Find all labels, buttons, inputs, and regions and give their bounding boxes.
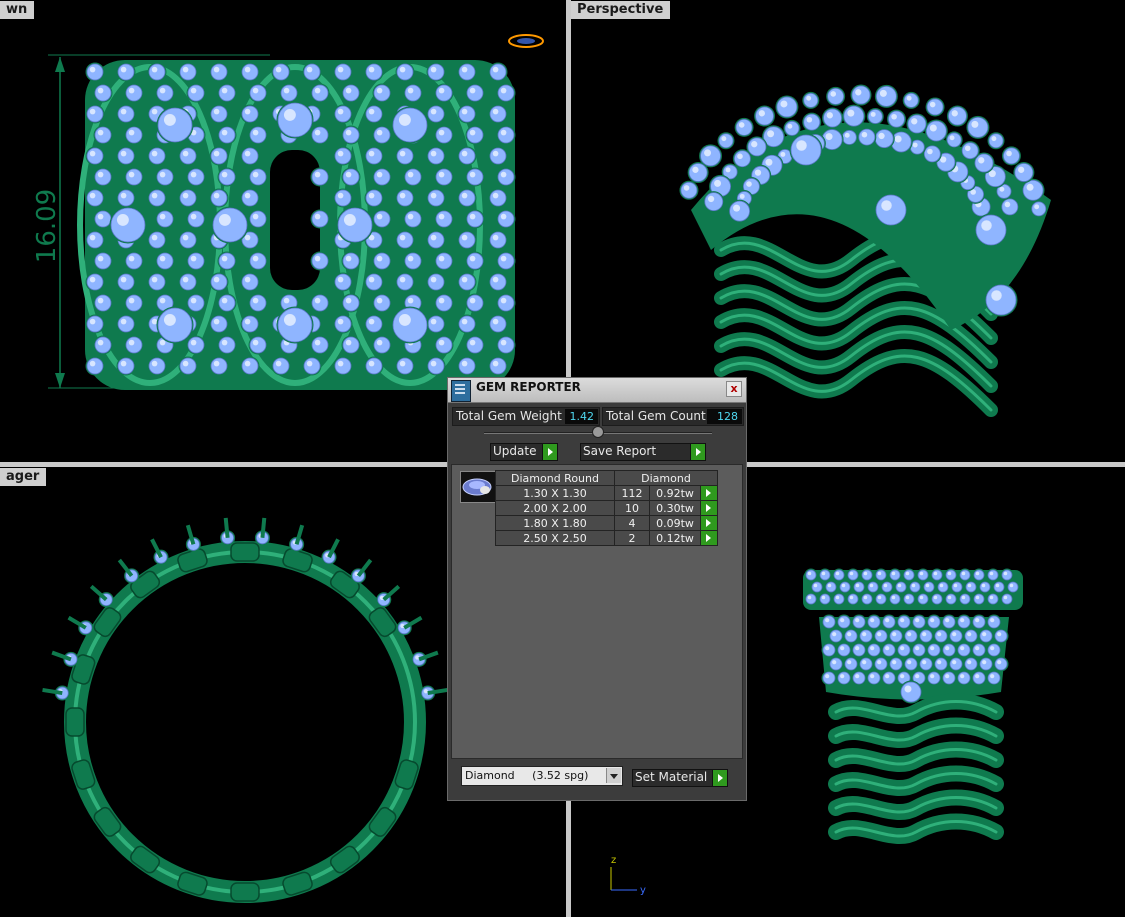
- chevron-down-icon: [606, 768, 621, 783]
- gem-count: 112: [614, 485, 650, 501]
- gem-table: Diamond Round Diamond 1.30 X 1.30 112 0.…: [495, 470, 718, 546]
- gem-size: 2.00 X 2.00: [495, 500, 615, 516]
- gem-list-area: Diamond Round Diamond 1.30 X 1.30 112 0.…: [451, 464, 743, 759]
- close-button[interactable]: x: [726, 381, 742, 397]
- gem-reporter-title: GEM REPORTER: [476, 380, 581, 394]
- total-gem-count-label: Total Gem Count: [606, 409, 706, 423]
- material-select[interactable]: Diamond (3.52 spg): [461, 766, 623, 786]
- select-row-button[interactable]: [700, 530, 718, 546]
- gem-size: 1.30 X 1.30: [495, 485, 615, 501]
- gem-weight: 0.12tw: [649, 530, 701, 546]
- gem-size: 1.80 X 1.80: [495, 515, 615, 531]
- total-gem-weight-label: Total Gem Weight: [456, 409, 562, 423]
- select-row-button[interactable]: [700, 500, 718, 516]
- gem-reporter-panel: GEM REPORTER x Total Gem Weight 1.42 Tot…: [447, 377, 747, 801]
- gem-count: 10: [614, 500, 650, 516]
- update-button-label: Update: [493, 444, 537, 458]
- set-material-button[interactable]: Set Material: [632, 769, 728, 787]
- gem-count: 4: [614, 515, 650, 531]
- play-icon: [712, 770, 727, 786]
- table-row[interactable]: 2.00 X 2.00 10 0.30tw: [495, 500, 718, 516]
- gem-reporter-titlebar[interactable]: GEM REPORTER x: [448, 378, 746, 403]
- total-gem-count-value: 128: [707, 409, 742, 424]
- select-row-button[interactable]: [700, 515, 718, 531]
- header-shape: Diamond Round: [495, 470, 615, 486]
- viewport-label-perspective[interactable]: Perspective: [571, 1, 671, 19]
- set-material-button-label: Set Material: [635, 770, 708, 784]
- update-button[interactable]: Update: [490, 443, 558, 461]
- save-report-button[interactable]: Save Report: [580, 443, 706, 461]
- header-material: Diamond: [614, 470, 718, 486]
- play-icon: [542, 444, 557, 460]
- save-report-button-label: Save Report: [583, 444, 657, 458]
- total-gem-weight-value: 1.42: [565, 409, 598, 424]
- gem-weight: 0.09tw: [649, 515, 701, 531]
- viewport-label-front[interactable]: ager: [0, 468, 47, 486]
- total-gem-count-box: Total Gem Count 128: [602, 407, 744, 426]
- play-icon: [690, 444, 705, 460]
- table-row[interactable]: 1.80 X 1.80 4 0.09tw: [495, 515, 718, 531]
- viewport-label-top[interactable]: wn: [0, 1, 35, 19]
- gem-reporter-app-icon: [451, 380, 471, 402]
- gem-weight: 0.92tw: [649, 485, 701, 501]
- axis-y-label: y: [640, 885, 646, 896]
- material-select-value: Diamond (3.52 spg): [465, 769, 589, 782]
- total-gem-weight-box: Total Gem Weight 1.42: [452, 407, 600, 426]
- gem-count: 2: [614, 530, 650, 546]
- table-row[interactable]: 2.50 X 2.50 2 0.12tw: [495, 530, 718, 546]
- dimension-text: 16.09: [32, 189, 62, 263]
- table-row[interactable]: 1.30 X 1.30 112 0.92tw: [495, 485, 718, 501]
- slider-handle[interactable]: [592, 426, 604, 438]
- gem-size: 2.50 X 2.50: [495, 530, 615, 546]
- axis-z-label: z: [611, 855, 617, 866]
- select-row-button[interactable]: [700, 485, 718, 501]
- gem-weight: 0.30tw: [649, 500, 701, 516]
- gem-table-header: Diamond Round Diamond: [495, 470, 718, 486]
- diamond-round-icon: [460, 471, 496, 503]
